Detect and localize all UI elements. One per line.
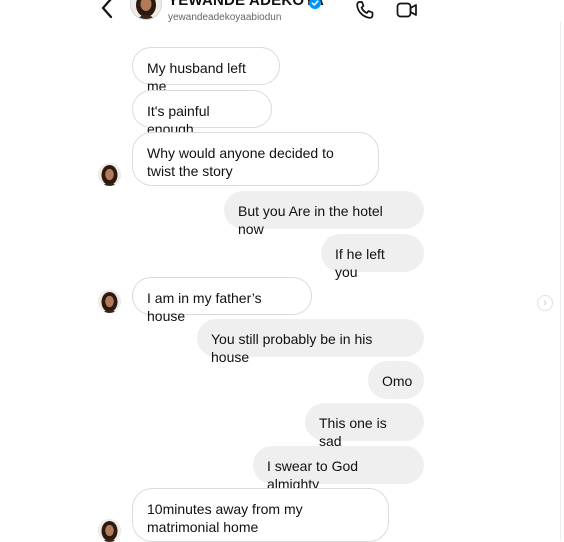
message-bubble-sent[interactable]: This one is sad xyxy=(305,403,424,449)
message-bubble-received[interactable]: My husband left me xyxy=(132,47,280,94)
contact-username[interactable]: yewandeadekoyaabiodun xyxy=(168,12,281,23)
chevron-right-icon[interactable]: › xyxy=(537,295,553,311)
panel-edge xyxy=(560,0,561,540)
verified-badge-icon xyxy=(309,0,321,9)
phone-icon[interactable] xyxy=(354,0,376,20)
header-avatar[interactable] xyxy=(130,0,162,20)
message-bubble-sent[interactable]: But you Are in the hotel now xyxy=(224,191,424,237)
message-bubble-sent[interactable]: Omo xyxy=(368,361,424,399)
message-bubble-sent[interactable]: You still probably be in his house xyxy=(197,319,424,365)
message-bubble-sent[interactable]: If he left you xyxy=(321,234,424,280)
video-camera-icon[interactable] xyxy=(396,0,418,20)
message-bubble-sent[interactable]: I swear to God almighty xyxy=(253,446,424,492)
message-bubble-received[interactable]: I am in my father’s house xyxy=(132,277,312,324)
message-bubble-received[interactable]: 10minutes away from my matrimonial home xyxy=(132,488,389,542)
contact-display-name[interactable]: YEWANDE ADEKOYA xyxy=(168,0,324,9)
message-bubble-received[interactable]: It's painful enough xyxy=(132,90,272,137)
back-chevron-icon[interactable] xyxy=(96,0,118,22)
message-bubble-received[interactable]: Why would anyone decided to twist the st… xyxy=(132,132,379,186)
sender-avatar[interactable] xyxy=(98,290,121,313)
sender-avatar[interactable] xyxy=(98,519,121,542)
sender-avatar[interactable] xyxy=(98,163,121,186)
chat-header: YEWANDE ADEKOYA yewandeadekoyaabiodun xyxy=(0,0,564,23)
